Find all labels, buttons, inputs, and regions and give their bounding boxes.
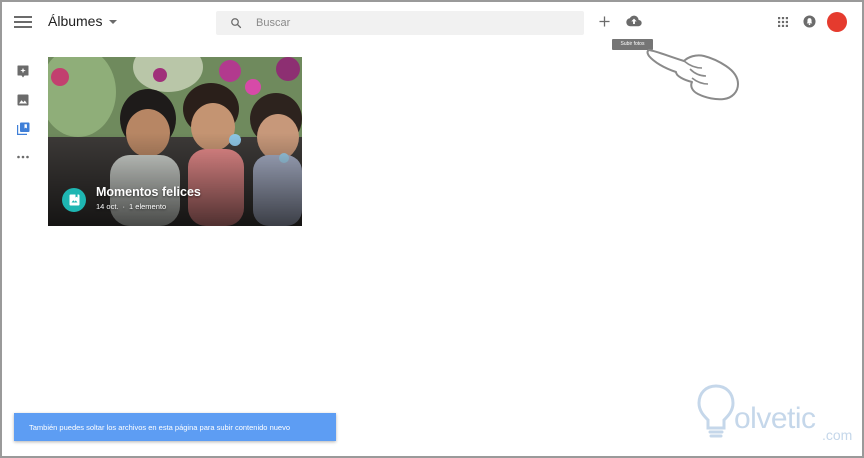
albums-icon xyxy=(16,122,29,135)
upload-button[interactable] xyxy=(625,14,643,28)
menu-icon-bar xyxy=(14,26,32,28)
menu-icon-bar xyxy=(14,21,32,23)
plus-icon xyxy=(598,15,610,27)
drop-files-snackbar: También puedes soltar los archivos en es… xyxy=(14,413,336,441)
snackbar-text: También puedes soltar los archivos en es… xyxy=(29,422,290,432)
apps-grid-icon xyxy=(778,17,788,27)
album-badge xyxy=(62,188,86,212)
photos-icon xyxy=(17,94,29,106)
page-title: Álbumes xyxy=(48,13,103,29)
solvetic-watermark-logo: olvetic .com xyxy=(694,380,859,448)
album-date: 14 oct. xyxy=(96,202,119,211)
menu-button[interactable] xyxy=(14,13,32,31)
cloud-upload-icon xyxy=(626,15,642,27)
avatar[interactable] xyxy=(827,12,847,32)
menu-icon-bar xyxy=(14,16,32,18)
watermark-brand: olvetic xyxy=(734,402,816,435)
search-icon xyxy=(231,18,242,29)
more-icon xyxy=(17,155,29,159)
search-input[interactable] xyxy=(256,17,556,29)
search-bar[interactable] xyxy=(216,11,584,35)
rail-item-albums[interactable] xyxy=(16,121,30,135)
album-card[interactable]: Momentos felices 14 oct. · 1 elemento xyxy=(48,57,302,226)
album-item-count: 1 elemento xyxy=(129,202,167,211)
rail-item-more[interactable] xyxy=(16,150,30,164)
album-meta-separator: · xyxy=(122,202,126,211)
rail-item-assistant[interactable] xyxy=(16,64,30,78)
album-meta: 14 oct. · 1 elemento xyxy=(96,202,166,211)
notifications-icon xyxy=(803,15,816,28)
lightbulb-logo-icon xyxy=(697,384,735,438)
album-icon xyxy=(69,194,79,206)
album-title: Momentos felices xyxy=(96,185,201,199)
notifications-button[interactable] xyxy=(803,15,816,28)
chevron-down-icon xyxy=(109,20,118,24)
page-title-dropdown[interactable]: Álbumes xyxy=(48,13,118,29)
rail-item-photos[interactable] xyxy=(16,93,30,107)
watermark-suffix: .com xyxy=(822,427,853,443)
album-cover-photo xyxy=(48,57,302,226)
pointing-hand-illustration xyxy=(646,49,739,101)
apps-button[interactable] xyxy=(777,16,789,28)
assistant-icon xyxy=(17,65,29,77)
create-button[interactable] xyxy=(597,14,611,28)
